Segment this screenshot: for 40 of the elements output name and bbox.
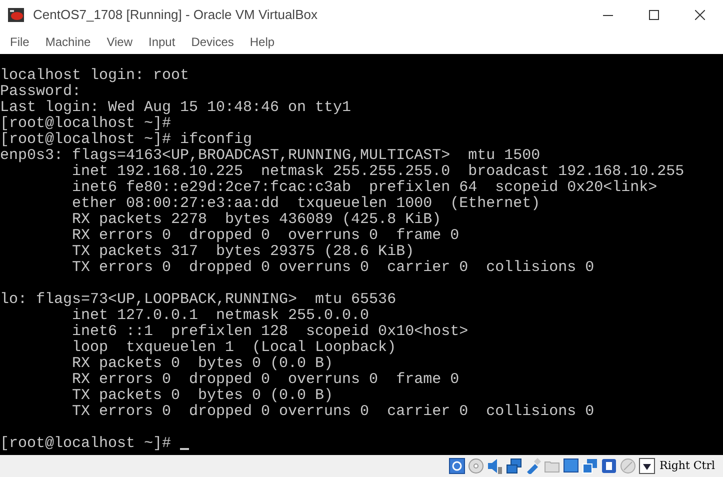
window-title: CentOS7_1708 [Running] - Oracle VM VirtualBox xyxy=(33,6,318,24)
terminal-line: inet 127.0.0.1 netmask 255.0.0.0 xyxy=(71,308,370,324)
terminal-line: TX errors 0 dropped 0 overruns 0 carrier 0 collisions 0 xyxy=(71,404,594,420)
terminal-line: inet6 ::1 prefixlen 128 scopeid 0x10<host> xyxy=(71,324,468,340)
network-icon[interactable] xyxy=(506,458,522,474)
terminal-line: [root@localhost ~]# xyxy=(0,436,172,452)
minimize-icon xyxy=(603,14,613,16)
terminal-line: inet 192.168.10.225 netmask 255.255.255.0 broadcast 192.168.10.255 xyxy=(71,164,684,180)
usb-icon[interactable] xyxy=(524,458,541,474)
terminal-line: TX errors 0 dropped 0 overruns 0 carrier 0 collisions 0 xyxy=(71,260,594,276)
menu-item[interactable]: Input xyxy=(140,33,184,51)
terminal-line: TX packets 0 bytes 0 (0.0 B) xyxy=(71,388,334,404)
display-icon[interactable] xyxy=(562,458,579,474)
menu-item[interactable]: Devices xyxy=(183,33,242,51)
host-key-label: Right Ctrl xyxy=(660,458,715,474)
terminal-line: RX packets 0 bytes 0 (0.0 B) xyxy=(71,356,334,372)
terminal-line: enp0s3: flags=4163<UP,BROADCAST,RUNNING,MULTICAST> mtu 1500 xyxy=(0,148,540,164)
terminal-line: RX errors 0 dropped 0 overruns 0 frame 0 xyxy=(71,372,460,388)
menu-item[interactable]: View xyxy=(98,33,140,51)
terminal-line: TX packets 317 bytes 29375 (28.6 KiB) xyxy=(71,244,414,260)
terminal-line: [root@localhost ~]# ifconfig xyxy=(0,132,252,148)
app-logo-icon xyxy=(8,8,24,22)
windows-icon[interactable] xyxy=(582,458,598,474)
terminal-line: [root@localhost ~]# xyxy=(0,116,172,132)
menu-item[interactable]: Help xyxy=(242,33,283,51)
terminal-line: Password: xyxy=(0,84,82,100)
menu-item[interactable]: File xyxy=(2,33,38,51)
terminal-line: inet6 fe80::e29d:2ce7:fcac:c3ab prefixlen 64 scopeid 0x20<link> xyxy=(71,180,658,196)
terminal-line: ether 08:00:27:e3:aa:dd txqueuelen 1000 (Ethernet) xyxy=(71,196,540,212)
terminal-line: RX packets 2278 bytes 436089 (425.8 KiB) xyxy=(71,212,442,228)
terminal-line: lo: flags=73<UP,LOOPBACK,RUNNING> mtu 65536 xyxy=(0,292,396,308)
terminal-line: localhost login: root xyxy=(0,68,190,84)
terminal-line: Last login: Wed Aug 15 10:48:46 on tty1 xyxy=(0,100,352,116)
terminal-line: RX errors 0 dropped 0 overruns 0 frame 0 xyxy=(71,228,460,244)
terminal-line: loop txqueuelen 1 (Local Loopback) xyxy=(71,340,396,356)
close-icon xyxy=(695,10,705,20)
audio-icon[interactable] xyxy=(486,458,503,474)
maximize-icon xyxy=(649,10,659,20)
chip-icon[interactable] xyxy=(600,458,617,474)
menu-item[interactable]: Machine xyxy=(37,33,99,51)
